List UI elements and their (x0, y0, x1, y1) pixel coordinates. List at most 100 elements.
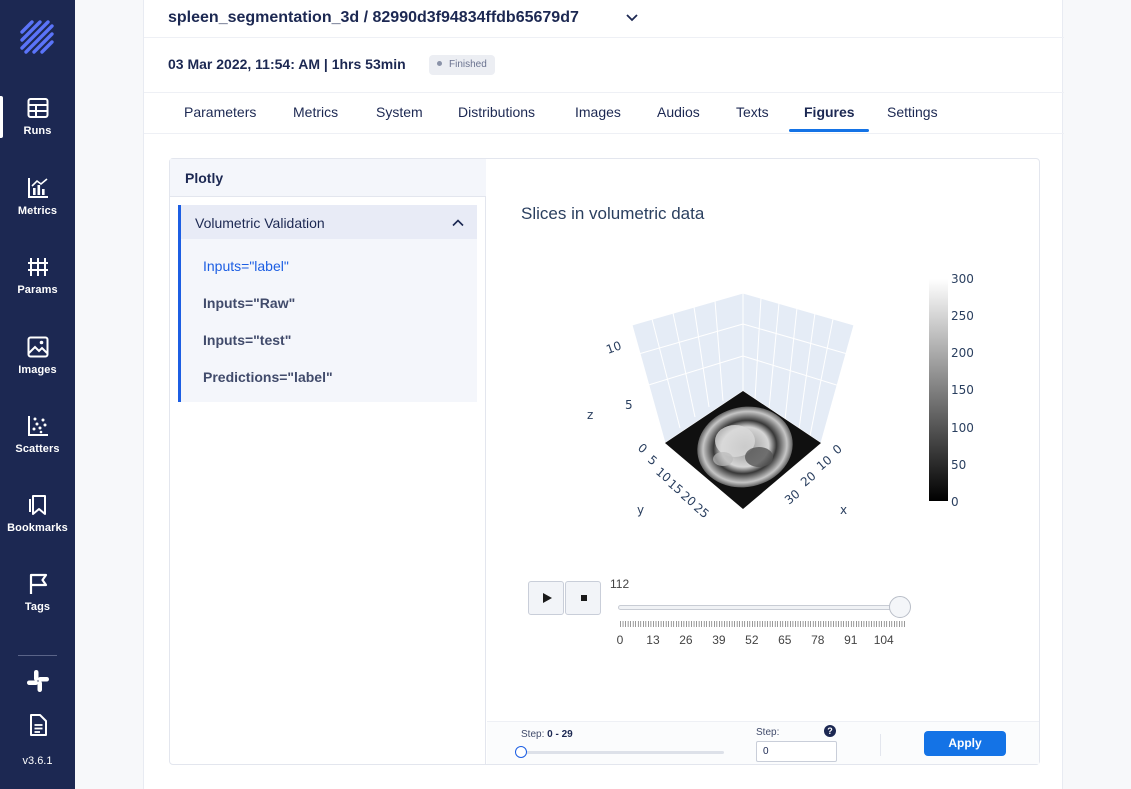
chevron-up-icon[interactable] (451, 216, 465, 230)
z-tick-label: 5 (625, 398, 633, 412)
slider-tick-label: 104 (873, 633, 894, 647)
colorbar-tick: 100 (951, 421, 974, 435)
figures-panel: Plotly Volumetric Validation Inputs="lab… (169, 158, 1040, 765)
tab-figures[interactable]: Figures (804, 93, 855, 133)
tab-distributions[interactable]: Distributions (458, 93, 535, 133)
figure-item[interactable]: Inputs="label" (203, 258, 289, 274)
sidebar-item-metrics[interactable]: Metrics (0, 176, 75, 240)
step-range-slider[interactable] (517, 751, 724, 754)
image-icon (27, 336, 48, 358)
tab-settings[interactable]: Settings (887, 93, 938, 133)
step-input-label: Step: (756, 727, 780, 738)
colorbar-tick: 200 (951, 346, 974, 360)
sidebar-item-images[interactable]: Images (0, 335, 75, 399)
sidebar: Runs Metrics Params Images Scatters Book… (0, 0, 75, 789)
tab-texts[interactable]: Texts (736, 93, 769, 133)
aim-logo[interactable] (18, 18, 58, 58)
colorbar (929, 279, 948, 501)
sidebar-item-label: Tags (24, 601, 51, 613)
run-title: spleen_segmentation_3d / 82990d3f94834ff… (168, 9, 579, 26)
slider-tick-label: 52 (745, 633, 759, 647)
x-tick-label: 20 (798, 469, 819, 490)
figure-group: Volumetric Validation Inputs="label" Inp… (178, 205, 477, 402)
colorbar-tick: 250 (951, 309, 974, 323)
figure-group-title: Volumetric Validation (195, 215, 325, 231)
sidebar-item-label: Metrics (17, 205, 58, 217)
figures-list: Plotly Volumetric Validation Inputs="lab… (170, 159, 486, 764)
frame-slider-ticks (620, 621, 905, 627)
slider-tick-label: 39 (712, 633, 726, 647)
step-input[interactable] (756, 741, 837, 762)
sidebar-item-label: Scatters (15, 443, 60, 455)
docs-icon[interactable] (25, 712, 51, 738)
step-range-handle[interactable] (515, 746, 527, 758)
sidebar-item-label: Bookmarks (7, 522, 68, 534)
step-controls: Step: 0 - 29 Step: ? Apply (487, 721, 1039, 764)
bar-chart-icon (27, 178, 48, 198)
flag-icon (29, 573, 47, 594)
tab-parameters[interactable]: Parameters (184, 93, 256, 133)
play-button[interactable] (528, 581, 564, 615)
stop-button[interactable] (565, 581, 601, 615)
frame-slider-handle[interactable] (889, 596, 911, 618)
frame-slider-value: 112 (610, 577, 630, 591)
z-axis-label: z (587, 408, 593, 422)
slider-tick-label: 0 (616, 633, 624, 647)
frame-slider[interactable] (618, 605, 903, 610)
tab-images[interactable]: Images (575, 93, 621, 133)
y-tick-label: 5 (645, 453, 660, 469)
app-version: v3.6.1 (22, 755, 53, 767)
sidebar-item-label: Images (18, 364, 57, 376)
sidebar-item-scatters[interactable]: Scatters (0, 414, 75, 478)
step-range-value: 0 - 29 (547, 729, 573, 740)
figure-group-header[interactable]: Volumetric Validation (181, 205, 477, 239)
figures-list-header: Plotly (170, 159, 486, 197)
run-meta: 03 Mar 2022, 11:54: AM | 1hrs 53min Fini… (144, 38, 1064, 93)
section-title: Plotly (185, 170, 224, 186)
tab-system[interactable]: System (376, 93, 423, 133)
sidebar-item-label: Runs (23, 125, 52, 137)
sidebar-item-params[interactable]: Params (0, 255, 75, 319)
plot-title: Slices in volumetric data (521, 204, 705, 223)
slider-tick-label: 26 (679, 633, 693, 647)
y-tick-label: 0 (635, 441, 650, 457)
footer-divider (880, 734, 881, 756)
y-axis-label: y (637, 503, 644, 517)
step-range-label: Step: 0 - 29 (521, 729, 573, 740)
run-header: spleen_segmentation_3d / 82990d3f94834ff… (144, 0, 1064, 38)
x-tick-label: 30 (782, 487, 803, 508)
status-text: Finished (449, 59, 487, 70)
figure-item[interactable]: Predictions="label" (203, 369, 333, 385)
sidebar-item-tags[interactable]: Tags (0, 572, 75, 636)
tab-metrics[interactable]: Metrics (293, 93, 338, 133)
figure-item[interactable]: Inputs="Raw" (203, 295, 295, 311)
scatter-icon (27, 416, 48, 436)
sidebar-item-bookmarks[interactable]: Bookmarks (0, 493, 75, 557)
slack-icon[interactable] (25, 668, 51, 694)
colorbar-tick: 50 (951, 458, 966, 472)
plot-area: Slices in volumetric data 10 5 z 0 5 10 … (487, 159, 1039, 764)
bookmark-icon (28, 495, 46, 515)
active-tab-indicator (789, 129, 869, 132)
colorbar-tick: 0 (951, 495, 959, 509)
sidebar-item-runs[interactable]: Runs (0, 96, 75, 160)
colorbar-tick: 300 (951, 272, 974, 286)
slider-tick-label: 91 (844, 633, 858, 647)
run-date: 03 Mar 2022, 11:54: AM | 1hrs 53min (168, 56, 406, 72)
chevron-down-icon[interactable] (624, 10, 640, 26)
figure-item[interactable]: Inputs="test" (203, 332, 291, 348)
colorbar-tick: 150 (951, 383, 974, 397)
help-icon[interactable]: ? (824, 725, 836, 737)
run-tabs: Parameters Metrics System Distributions … (168, 93, 1048, 133)
slider-tick-label: 65 (778, 633, 792, 647)
sidebar-item-label: Params (17, 284, 58, 296)
tab-audios[interactable]: Audios (657, 93, 700, 133)
sidebar-divider (18, 655, 57, 656)
params-icon (27, 258, 48, 276)
apply-button[interactable]: Apply (924, 731, 1006, 756)
status-dot-icon (437, 60, 442, 66)
step-range-caption: Step: (521, 729, 545, 740)
x-tick-label: 0 (830, 442, 845, 458)
status-badge: Finished (429, 55, 495, 75)
plotly-3d-figure[interactable]: 10 5 z 0 5 10 15 20 25 y 0 10 20 30 x 30… (487, 259, 1039, 519)
